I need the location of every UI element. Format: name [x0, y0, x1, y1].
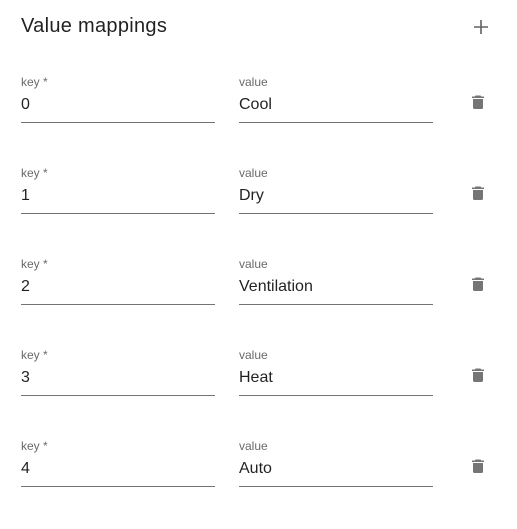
value-label: value	[239, 439, 268, 453]
key-input[interactable]	[21, 186, 215, 206]
delete-mapping-button[interactable]	[466, 272, 490, 296]
delete-mapping-button[interactable]	[466, 363, 490, 387]
mapping-row: key * value	[21, 74, 496, 165]
value-label: value	[239, 348, 268, 362]
mapping-row: key * value	[21, 256, 496, 347]
value-field[interactable]: value	[239, 347, 433, 396]
add-mapping-button[interactable]	[466, 12, 496, 42]
value-field[interactable]: value	[239, 438, 433, 487]
mapping-row: key * value	[21, 438, 496, 529]
trash-icon	[472, 95, 484, 109]
key-label: key *	[21, 166, 48, 180]
mapping-list: key * value key * value	[21, 74, 496, 529]
trash-icon	[472, 459, 484, 473]
key-field[interactable]: key *	[21, 256, 215, 305]
value-field[interactable]: value	[239, 256, 433, 305]
value-field[interactable]: value	[239, 74, 433, 123]
key-field[interactable]: key *	[21, 74, 215, 123]
value-label: value	[239, 257, 268, 271]
key-field[interactable]: key *	[21, 165, 215, 214]
value-input[interactable]	[239, 277, 433, 297]
value-field[interactable]: value	[239, 165, 433, 214]
key-field[interactable]: key *	[21, 438, 215, 487]
key-input[interactable]	[21, 368, 215, 388]
value-input[interactable]	[239, 186, 433, 206]
mapping-row: key * value	[21, 347, 496, 438]
value-label: value	[239, 166, 268, 180]
key-field[interactable]: key *	[21, 347, 215, 396]
section-title: Value mappings	[21, 15, 168, 37]
delete-mapping-button[interactable]	[466, 454, 490, 478]
value-input[interactable]	[239, 95, 433, 115]
key-input[interactable]	[21, 95, 215, 115]
key-input[interactable]	[21, 459, 215, 479]
value-label: value	[239, 75, 268, 89]
trash-icon	[472, 277, 484, 291]
key-input[interactable]	[21, 277, 215, 297]
mapping-row: key * value	[21, 165, 496, 256]
key-label: key *	[21, 348, 48, 362]
key-label: key *	[21, 257, 48, 271]
key-label: key *	[21, 439, 48, 453]
value-mappings-header: Value mappings	[21, 12, 496, 42]
delete-mapping-button[interactable]	[466, 181, 490, 205]
key-label: key *	[21, 75, 48, 89]
trash-icon	[472, 186, 484, 200]
delete-mapping-button[interactable]	[466, 90, 490, 114]
trash-icon	[472, 368, 484, 382]
value-input[interactable]	[239, 459, 433, 479]
value-input[interactable]	[239, 368, 433, 388]
plus-icon	[474, 20, 488, 34]
